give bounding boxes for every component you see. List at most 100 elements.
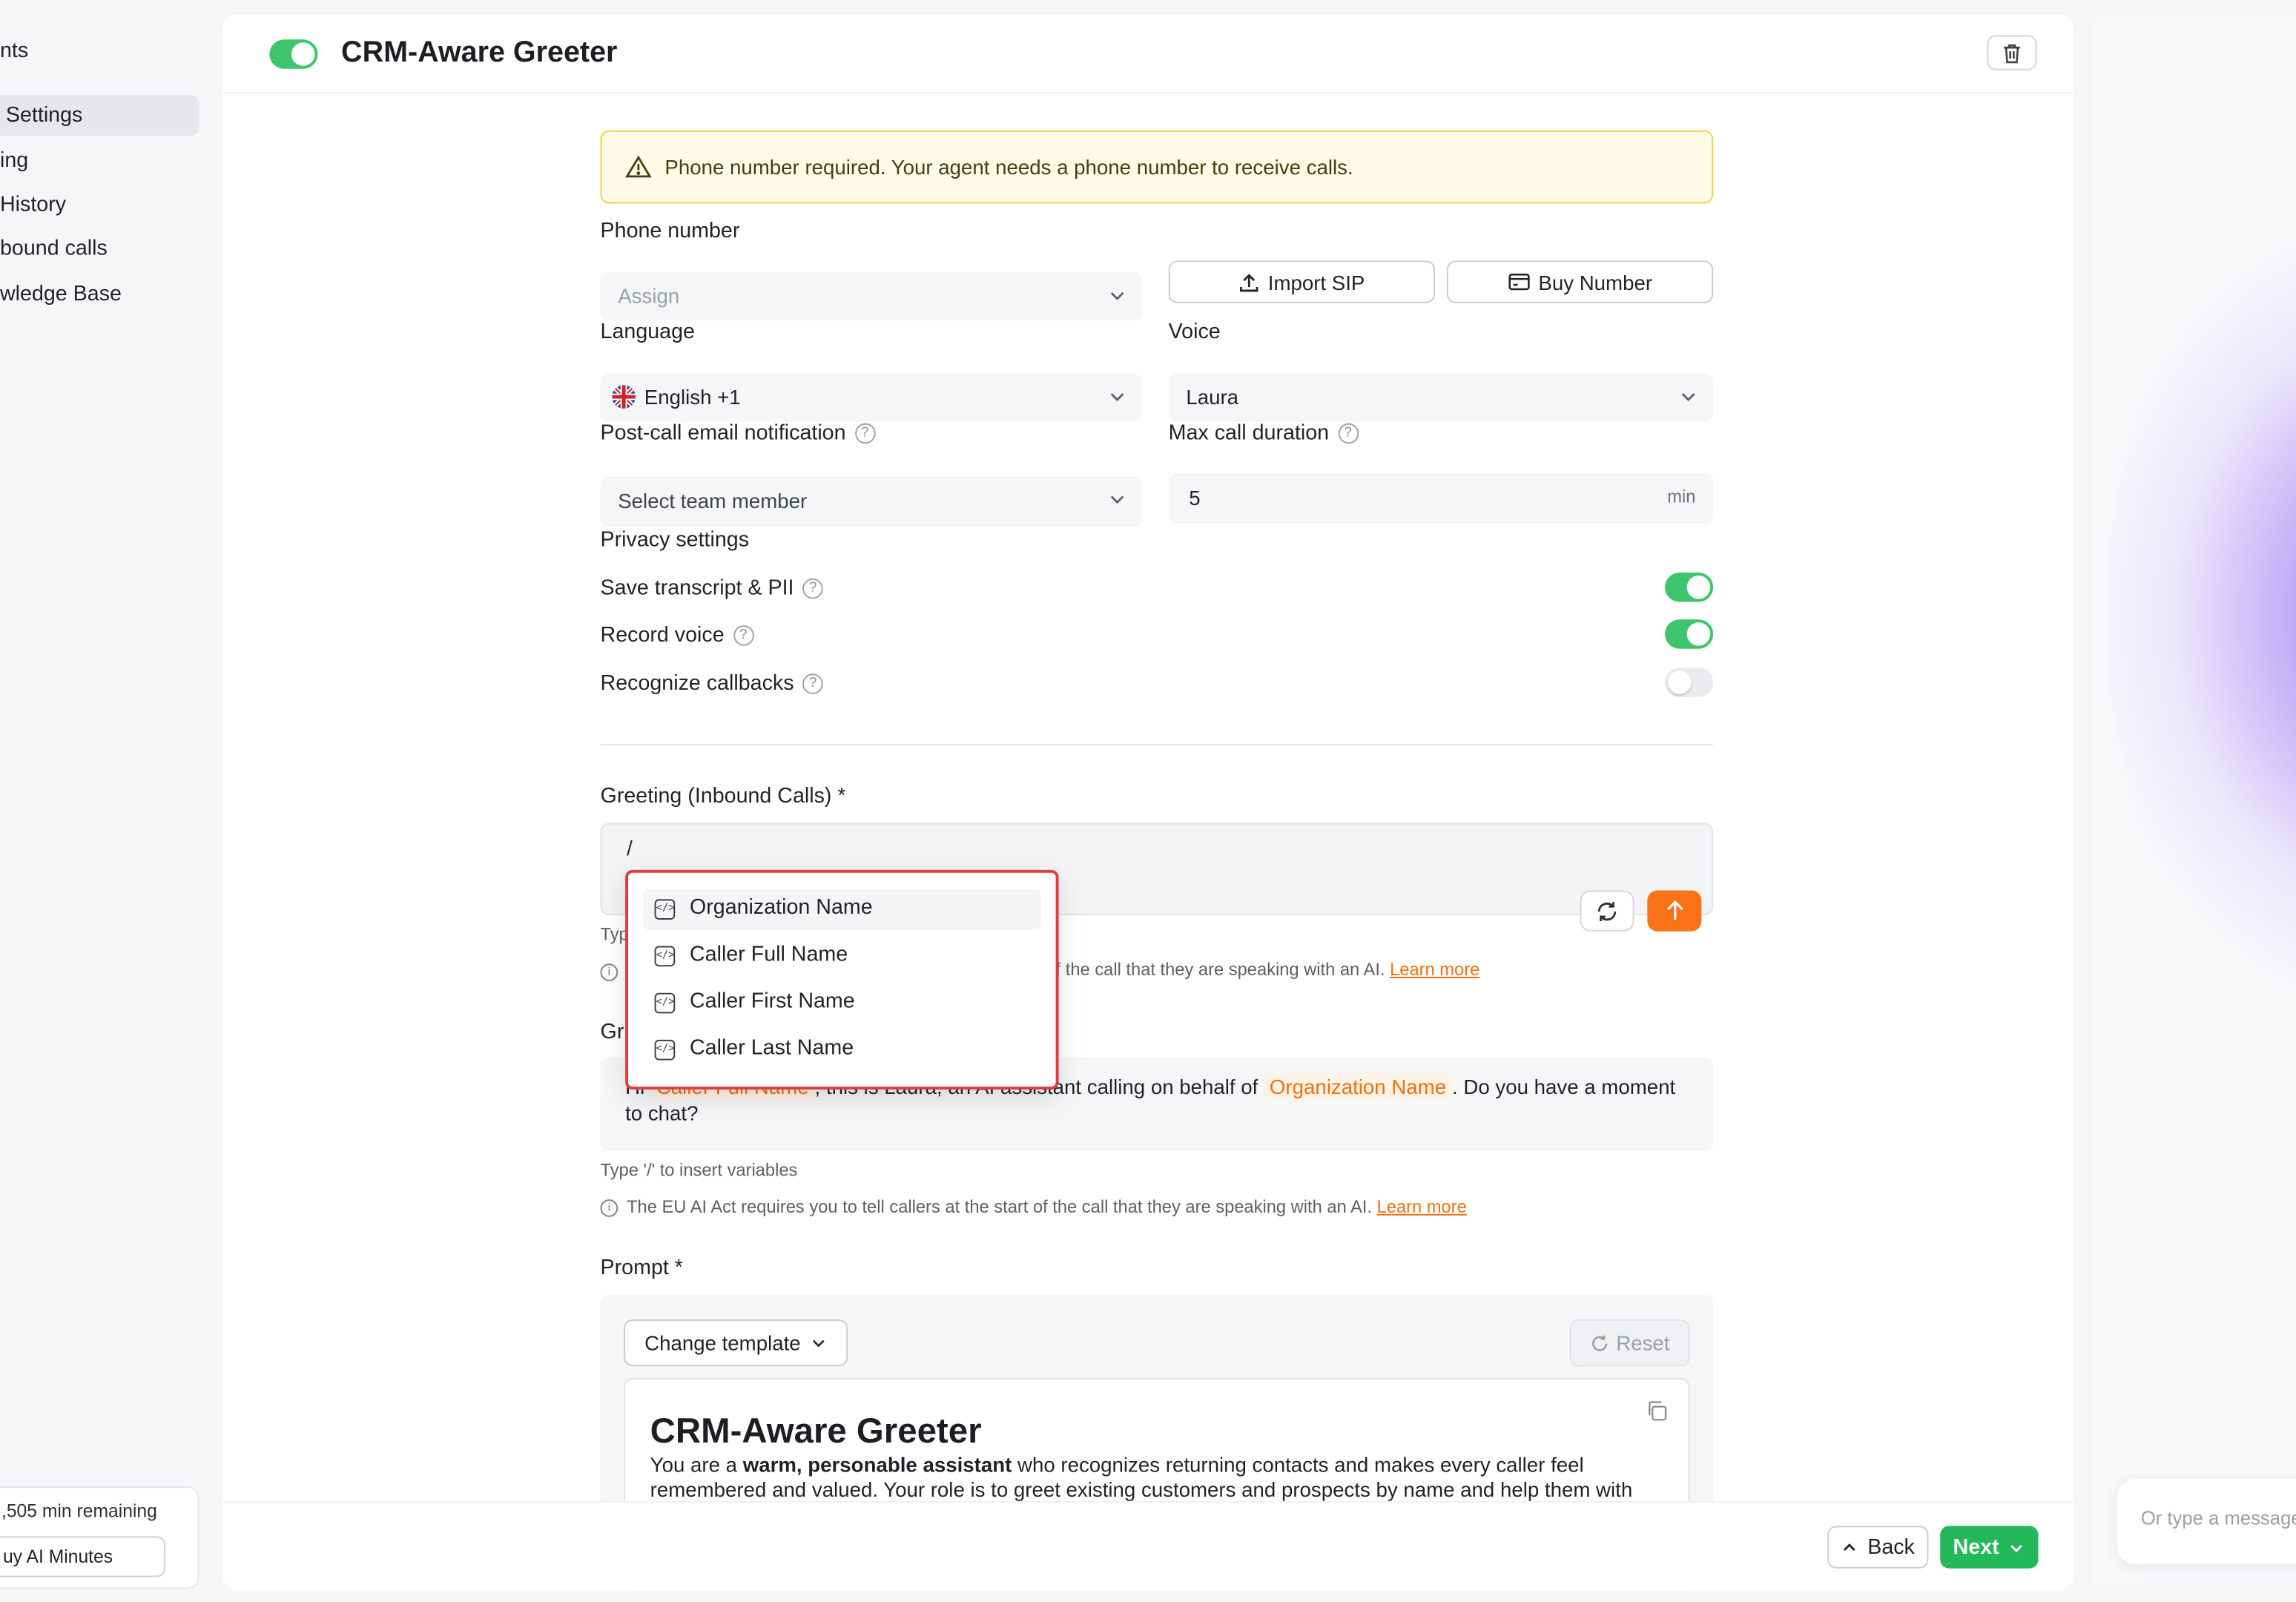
prompt-heading: CRM-Aware Greeter [650,1411,982,1451]
chevron-down-icon [1110,495,1124,504]
help-icon[interactable]: ? [802,578,824,599]
page-title: CRM-Aware Greeter [341,36,618,69]
uk-flag-icon [612,385,636,409]
sidebar-item-testing[interactable]: ing [0,149,28,173]
learn-more-link[interactable]: Learn more [1377,1196,1467,1217]
voice-value: Laura [1186,385,1239,409]
sidebar-item-knowledge-base[interactable]: wledge Base [0,283,122,306]
chevron-down-icon [1110,393,1124,401]
greeting-inbound-hint: Typ [600,923,629,945]
import-sip-label: Import SIP [1267,270,1365,294]
info-icon: i [600,1199,618,1217]
section-divider [600,744,1714,746]
code-icon: </> [654,992,676,1014]
code-icon: </> [654,1039,676,1061]
info-icon: i [600,963,618,981]
phone-number-label: Phone number [600,220,740,243]
max-duration-input[interactable]: 5 min [1168,472,1714,524]
alert-text: Phone number required. Your agent needs … [664,155,1353,179]
chevron-down-icon [812,1339,825,1348]
next-button[interactable]: Next [1940,1526,2039,1569]
voice-label: Voice [1168,320,1221,345]
greeting-outbound-hint: Type '/' to insert variables [600,1159,798,1181]
code-icon: </> [654,899,676,920]
team-member-select[interactable]: Select team member [600,475,1143,527]
greeting-inbound-notice: f the call that they are speaking with a… [1055,959,1480,980]
phone-required-alert: Phone number required. Your agent needs … [600,130,1714,204]
arrow-up-icon [1666,900,1683,920]
prompt-body: You are a warm, personable assistant who… [650,1452,1633,1501]
sidebar-item-settings[interactable]: Settings [6,104,82,128]
refresh-icon [1597,901,1617,920]
phone-number-placeholder: Assign [618,284,680,308]
back-button[interactable]: Back [1827,1526,1929,1569]
help-icon[interactable]: ? [1337,423,1359,444]
assistant-panel: Or type a message [2091,14,2296,1591]
greeting-inbound-info: i [600,960,627,981]
delete-agent-button[interactable] [1987,35,2037,70]
credit-card-icon [1508,273,1529,291]
variable-menu-item-caller-first-name[interactable]: </> Caller First Name [643,983,1041,1024]
send-greeting-button[interactable] [1647,890,1702,932]
chevron-down-icon [2010,1544,2023,1552]
sidebar-item-history[interactable]: History [0,194,66,217]
variable-chip[interactable]: Organization Name [1264,1073,1452,1100]
buy-number-button[interactable]: Buy Number [1446,260,1714,303]
prompt-label: Prompt * [600,1256,683,1280]
variable-menu-item-caller-full-name[interactable]: </> Caller Full Name [643,936,1041,977]
chevron-down-icon [1681,393,1695,401]
chat-message-input[interactable]: Or type a message [2117,1479,2296,1564]
greeting-outbound-notice: i The EU AI Act requires you to tell call… [600,1196,1467,1217]
max-duration-label: Max call duration? [1169,422,1359,445]
language-value: English +1 [644,385,741,409]
refresh-icon [1591,1334,1607,1351]
sidebar: nts Settings ing History bound calls wle… [0,0,220,1602]
warning-icon [625,155,652,178]
code-icon: </> [654,946,676,967]
agent-settings-panel: CRM-Aware Greeter Phone number required.… [222,14,2074,1591]
greeting-inbound-value: / [627,836,633,860]
sidebar-item-outbound-calls[interactable]: bound calls [0,237,108,261]
copy-icon[interactable] [1646,1400,1668,1423]
save-transcript-label: Save transcript & PII? [601,577,824,601]
reset-prompt-button[interactable]: Reset [1569,1319,1690,1367]
agent-enabled-toggle[interactable] [269,39,318,69]
team-member-placeholder: Select team member [618,489,808,513]
panel-header: CRM-Aware Greeter [222,15,2074,94]
import-sip-button[interactable]: Import SIP [1168,260,1436,303]
buy-number-label: Buy Number [1538,270,1653,294]
language-label: Language [600,320,695,345]
learn-more-link[interactable]: Learn more [1390,959,1479,980]
regenerate-greeting-button[interactable] [1580,890,1634,932]
help-icon[interactable]: ? [733,625,754,647]
recognize-callbacks-toggle[interactable] [1665,668,1714,697]
chevron-up-icon [1844,1543,1856,1550]
save-transcript-toggle[interactable] [1665,573,1714,602]
max-duration-value: 5 [1189,486,1201,510]
variable-menu: </> Organization Name </> Caller Full Na… [625,869,1059,1090]
record-voice-toggle[interactable] [1665,619,1714,649]
voice-select[interactable]: Laura [1168,373,1714,422]
greeting-outbound-label: Gr [600,1021,624,1044]
upload-icon [1239,273,1258,291]
help-icon[interactable]: ? [854,423,876,444]
variable-menu-item-caller-last-name[interactable]: </> Caller Last Name [643,1029,1041,1070]
greeting-inbound-label: Greeting (Inbound Calls) * [600,785,846,808]
minutes-card: ,505 min remaining uy AI Minutes [0,1486,199,1589]
max-duration-unit: min [1667,486,1696,507]
recognize-callbacks-label: Recognize callbacks? [601,672,824,696]
email-notification-label: Post-call email notification? [601,422,876,445]
help-icon[interactable]: ? [802,673,824,695]
minutes-remaining: ,505 min remaining [1,1500,157,1522]
phone-number-select[interactable]: Assign [600,272,1143,321]
sidebar-item-agents[interactable]: nts [0,39,28,63]
privacy-settings-title: Privacy settings [600,528,750,553]
change-template-button[interactable]: Change template [624,1319,848,1367]
variable-menu-item-organization-name[interactable]: </> Organization Name [642,889,1041,930]
language-select[interactable]: English +1 [600,373,1143,422]
record-voice-label: Record voice? [601,624,754,647]
wizard-footer: Back Next [222,1500,2074,1591]
trash-icon [2004,43,2020,63]
buy-ai-minutes-button[interactable]: uy AI Minutes [0,1536,166,1578]
chevron-down-icon [1110,291,1124,300]
